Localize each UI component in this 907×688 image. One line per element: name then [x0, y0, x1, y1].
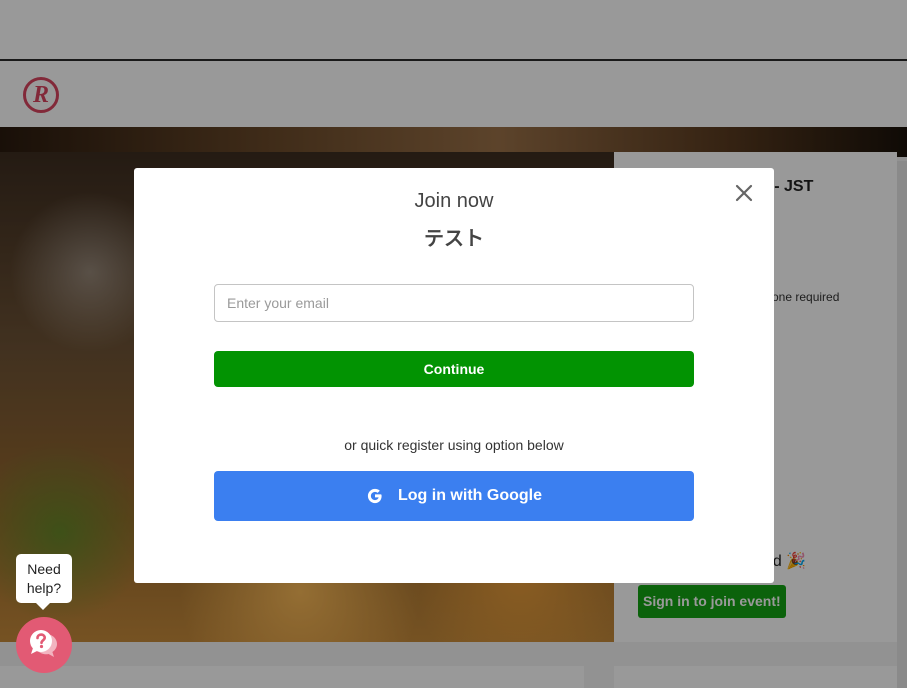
chat-question-icon: [30, 630, 57, 657]
modal-title: Join now: [414, 190, 494, 212]
event-name: テスト: [424, 228, 484, 250]
help-line-2: help?: [26, 580, 62, 596]
help-chat-button[interactable]: [16, 617, 72, 673]
google-login-button[interactable]: Log in with Google: [214, 471, 694, 521]
google-login-label: Log in with Google: [398, 487, 542, 504]
continue-button[interactable]: Continue: [214, 351, 694, 387]
google-icon: [367, 488, 382, 504]
help-line-1: Need: [27, 561, 61, 577]
join-modal: Join now テスト Continue or quick register …: [134, 168, 774, 583]
email-input[interactable]: [214, 284, 694, 322]
quick-register-hint: or quick register using option below: [344, 437, 564, 453]
help-tooltip: Need help?: [16, 554, 72, 610]
